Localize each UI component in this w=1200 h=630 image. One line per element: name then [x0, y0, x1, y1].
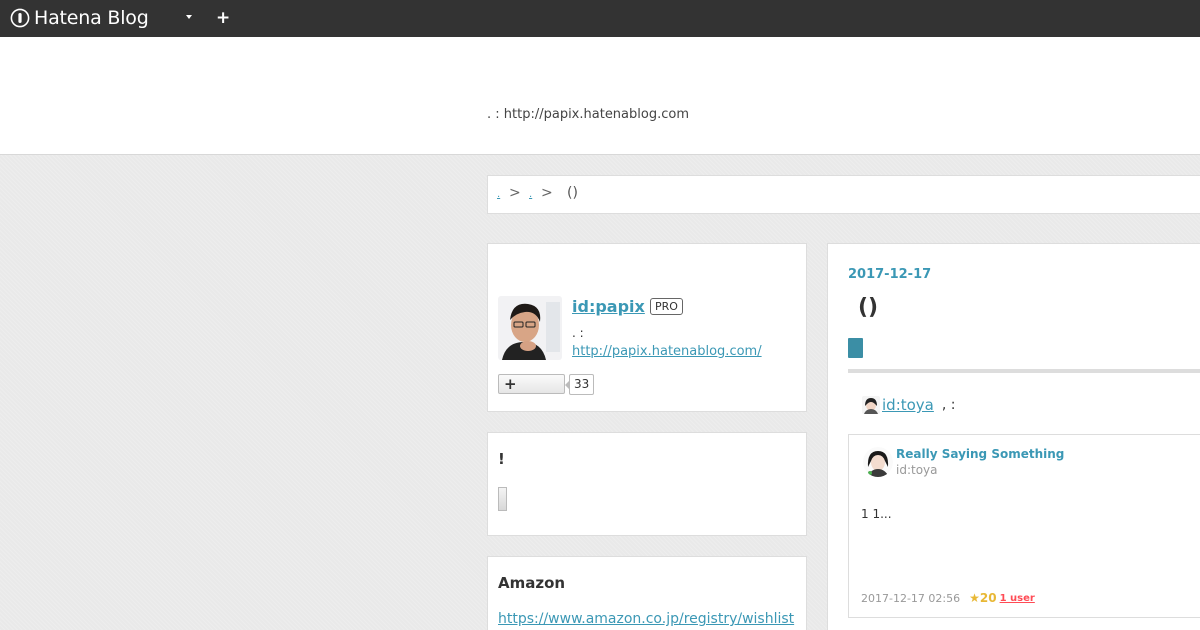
amazon-module-title: Amazon	[498, 574, 566, 592]
breadcrumb-link-top[interactable]: .	[497, 189, 500, 200]
breadcrumb-separator: >	[509, 185, 521, 201]
amazon-module: Amazon https://www.amazon.co.jp/registry…	[487, 556, 807, 630]
breadcrumb-current: ()	[567, 185, 578, 201]
embed-blog-icon	[863, 447, 893, 477]
profile-id-link[interactable]: id:papix	[572, 297, 645, 316]
author-line-suffix: , :	[941, 397, 956, 413]
avatar-image	[498, 296, 562, 360]
star-count: 20	[979, 591, 997, 605]
plus-icon: +	[504, 375, 517, 393]
author-id-link[interactable]: id:toya	[882, 396, 934, 414]
embed-blog-title[interactable]: Really Saying Something	[896, 447, 1064, 461]
blog-header: . : http://papix.hatenablog.com	[0, 37, 1200, 155]
star-icon: ★	[969, 591, 980, 605]
blog-description: . : http://papix.hatenablog.com	[487, 107, 689, 122]
breadcrumb-link-category[interactable]: .	[529, 189, 532, 200]
amazon-wishlist-link[interactable]: https://www.amazon.co.jp/registry/wishli…	[498, 611, 794, 627]
profile-description: . :	[572, 326, 584, 340]
menu-dropdown-icon[interactable]	[186, 15, 192, 19]
profile-module: id:papix PRO . : http://papix.hatenablog…	[487, 243, 807, 412]
embed-avatar-image	[863, 447, 893, 477]
search-module-title: !	[498, 450, 505, 468]
entry-date[interactable]: 2017-12-17	[848, 267, 931, 282]
breadcrumb: . > . > ()	[487, 175, 1200, 214]
embedded-blog-card[interactable]: Really Saying Something id:toya 1 1... 2…	[848, 434, 1200, 618]
entry-article: 2017-12-17 () id:toya , : Really Saying …	[827, 243, 1200, 630]
pro-badge: PRO	[650, 298, 683, 315]
profile-blog-url[interactable]: http://papix.hatenablog.com/	[572, 344, 762, 359]
embed-footer: 2017-12-17 02:56 ★ 20 1 user	[861, 591, 1035, 605]
entry-divider	[848, 369, 1200, 373]
entry-category-tag[interactable]	[848, 338, 863, 358]
embed-excerpt: 1 1...	[861, 507, 892, 521]
global-header: Hatena Blog +	[0, 0, 1200, 37]
bookmark-users-link[interactable]: 1 user	[1000, 593, 1035, 604]
embed-blog-author: id:toya	[896, 463, 938, 477]
author-avatar[interactable]	[498, 296, 562, 360]
brand-name: Hatena Blog	[34, 7, 149, 29]
entry-title[interactable]: ()	[858, 295, 878, 320]
hatena-logo-icon	[10, 8, 30, 28]
follower-count: 33	[564, 374, 595, 395]
follow-button[interactable]: +	[498, 374, 565, 394]
hatena-blog-logo[interactable]: Hatena Blog	[10, 7, 149, 29]
author-small-avatar-image	[862, 396, 880, 414]
search-module: !	[487, 432, 807, 536]
author-small-avatar[interactable]	[862, 396, 880, 414]
embed-timestamp: 2017-12-17 02:56	[861, 591, 961, 605]
entry-author-line: id:toya , :	[862, 396, 956, 414]
breadcrumb-separator: >	[541, 185, 553, 201]
new-post-plus-icon[interactable]: +	[216, 9, 230, 27]
search-button[interactable]	[498, 487, 507, 511]
